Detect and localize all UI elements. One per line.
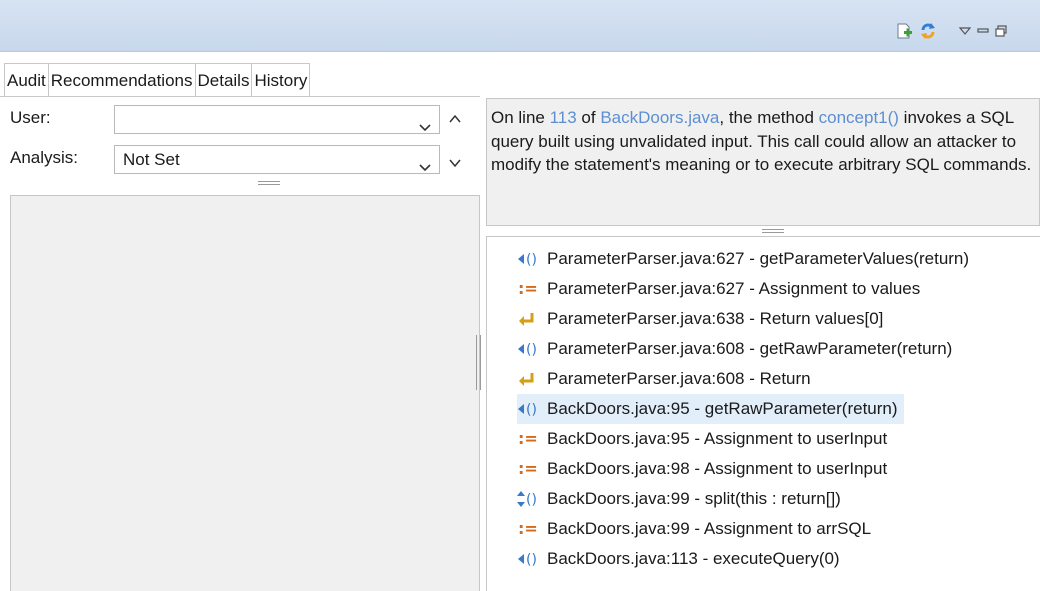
analysis-label: Analysis: (10, 148, 79, 167)
return-arrow-icon (517, 309, 543, 329)
assignment-icon: := (517, 519, 543, 539)
comment-panel[interactable] (10, 195, 480, 591)
desc-of: of (576, 108, 601, 127)
desc-method-text: , the method (719, 108, 819, 127)
user-select[interactable] (114, 105, 440, 134)
svg-text::=: := (518, 429, 538, 448)
assignment-icon: := (517, 429, 543, 449)
user-label: User: (10, 108, 51, 127)
svg-text::=: := (518, 459, 538, 478)
svg-text:(): () (526, 252, 537, 268)
trace-row-label: BackDoors.java:113 - executeQuery(0) (547, 549, 840, 568)
tab-bar: Audit Recommendations Details History (4, 63, 311, 96)
file-link[interactable]: BackDoors.java (600, 108, 719, 127)
trace-row-label: ParameterParser.java:608 - Return (547, 369, 811, 388)
trace-row[interactable]: () ParameterParser.java:627 - getParamete… (517, 244, 975, 274)
trace-row[interactable]: ParameterParser.java:608 - Return (517, 364, 817, 394)
trace-row-label: BackDoors.java:98 - Assignment to userIn… (547, 459, 888, 478)
vertical-sash-handle[interactable] (476, 335, 481, 390)
tab-recommendations[interactable]: Recommendations (47, 63, 196, 96)
desc-prefix: On line (491, 108, 550, 127)
trace-row[interactable]: () BackDoors.java:99 - split(this : retur… (517, 484, 847, 514)
svg-text:(): () (526, 402, 537, 418)
call-return-icon: () (517, 339, 543, 359)
analysis-select[interactable]: Not Set (114, 145, 440, 174)
trace-row-label: BackDoors.java:99 - Assignment to arrSQL (547, 519, 872, 538)
svg-text:(): () (526, 342, 537, 358)
svg-text:(): () (526, 492, 537, 508)
trace-row[interactable]: := BackDoors.java:98 - Assignment to user… (517, 454, 893, 484)
trace-row-label: BackDoors.java:95 - Assignment to userIn… (547, 429, 888, 448)
refresh-icon[interactable] (918, 22, 938, 40)
chevron-down-icon (419, 114, 431, 141)
tab-divider (0, 96, 480, 97)
trace-row-label: BackDoors.java:99 - split(this : return[… (547, 489, 841, 508)
trace-row-label: BackDoors.java:95 - getRawParameter(retu… (547, 399, 898, 418)
trace-row-label: ParameterParser.java:608 - getRawParamet… (547, 339, 953, 358)
tab-details[interactable]: Details (194, 63, 253, 96)
issue-description: On line 113 of BackDoors.java, the metho… (486, 98, 1040, 226)
call-pass-icon: () (517, 489, 543, 509)
trace-row-label: ParameterParser.java:638 - Return values… (547, 309, 884, 328)
trace-row-label: ParameterParser.java:627 - getParameterV… (547, 249, 970, 268)
chevron-down-icon (419, 154, 431, 181)
call-return-icon: () (517, 549, 543, 569)
trace-row[interactable]: () ParameterParser.java:608 - getRawParam… (517, 334, 958, 364)
trace-row[interactable]: () BackDoors.java:113 - executeQuery(0) (517, 544, 846, 574)
method-link[interactable]: concept1() (819, 108, 899, 127)
horizontal-sash-handle[interactable] (258, 181, 280, 185)
call-return-icon: () (517, 249, 543, 269)
line-number-link[interactable]: 113 (550, 108, 577, 127)
analysis-select-value: Not Set (123, 150, 180, 169)
return-arrow-icon (517, 369, 543, 389)
view-toolbar (0, 0, 1040, 52)
svg-text:(): () (526, 552, 537, 568)
view-menu-icon[interactable] (958, 22, 972, 40)
analysis-trace-panel: () ParameterParser.java:627 - getParamete… (486, 236, 1040, 591)
trace-row[interactable]: := BackDoors.java:99 - Assignment to arrS… (517, 514, 877, 544)
svg-text::=: := (518, 519, 538, 538)
call-return-icon: () (517, 399, 543, 419)
trace-row[interactable]: := ParameterParser.java:627 - Assignment … (517, 274, 926, 304)
trace-row-label: ParameterParser.java:627 - Assignment to… (547, 279, 921, 298)
scroll-up-icon[interactable] (448, 112, 462, 124)
svg-text::=: := (518, 279, 538, 298)
trace-row-selected[interactable]: () BackDoors.java:95 - getRawParameter(re… (517, 394, 904, 424)
assignment-icon: := (517, 279, 543, 299)
trace-row[interactable]: ParameterParser.java:638 - Return values… (517, 304, 889, 334)
horizontal-sash-handle[interactable] (762, 229, 784, 233)
assignment-icon: := (517, 459, 543, 479)
trace-row[interactable]: := BackDoors.java:95 - Assignment to user… (517, 424, 893, 454)
scroll-down-icon[interactable] (448, 156, 462, 168)
minimize-icon[interactable] (976, 22, 990, 40)
tab-history[interactable]: History (251, 63, 311, 96)
maximize-icon[interactable] (994, 22, 1008, 40)
new-document-icon[interactable] (894, 22, 914, 40)
tab-audit[interactable]: Audit (4, 63, 49, 96)
